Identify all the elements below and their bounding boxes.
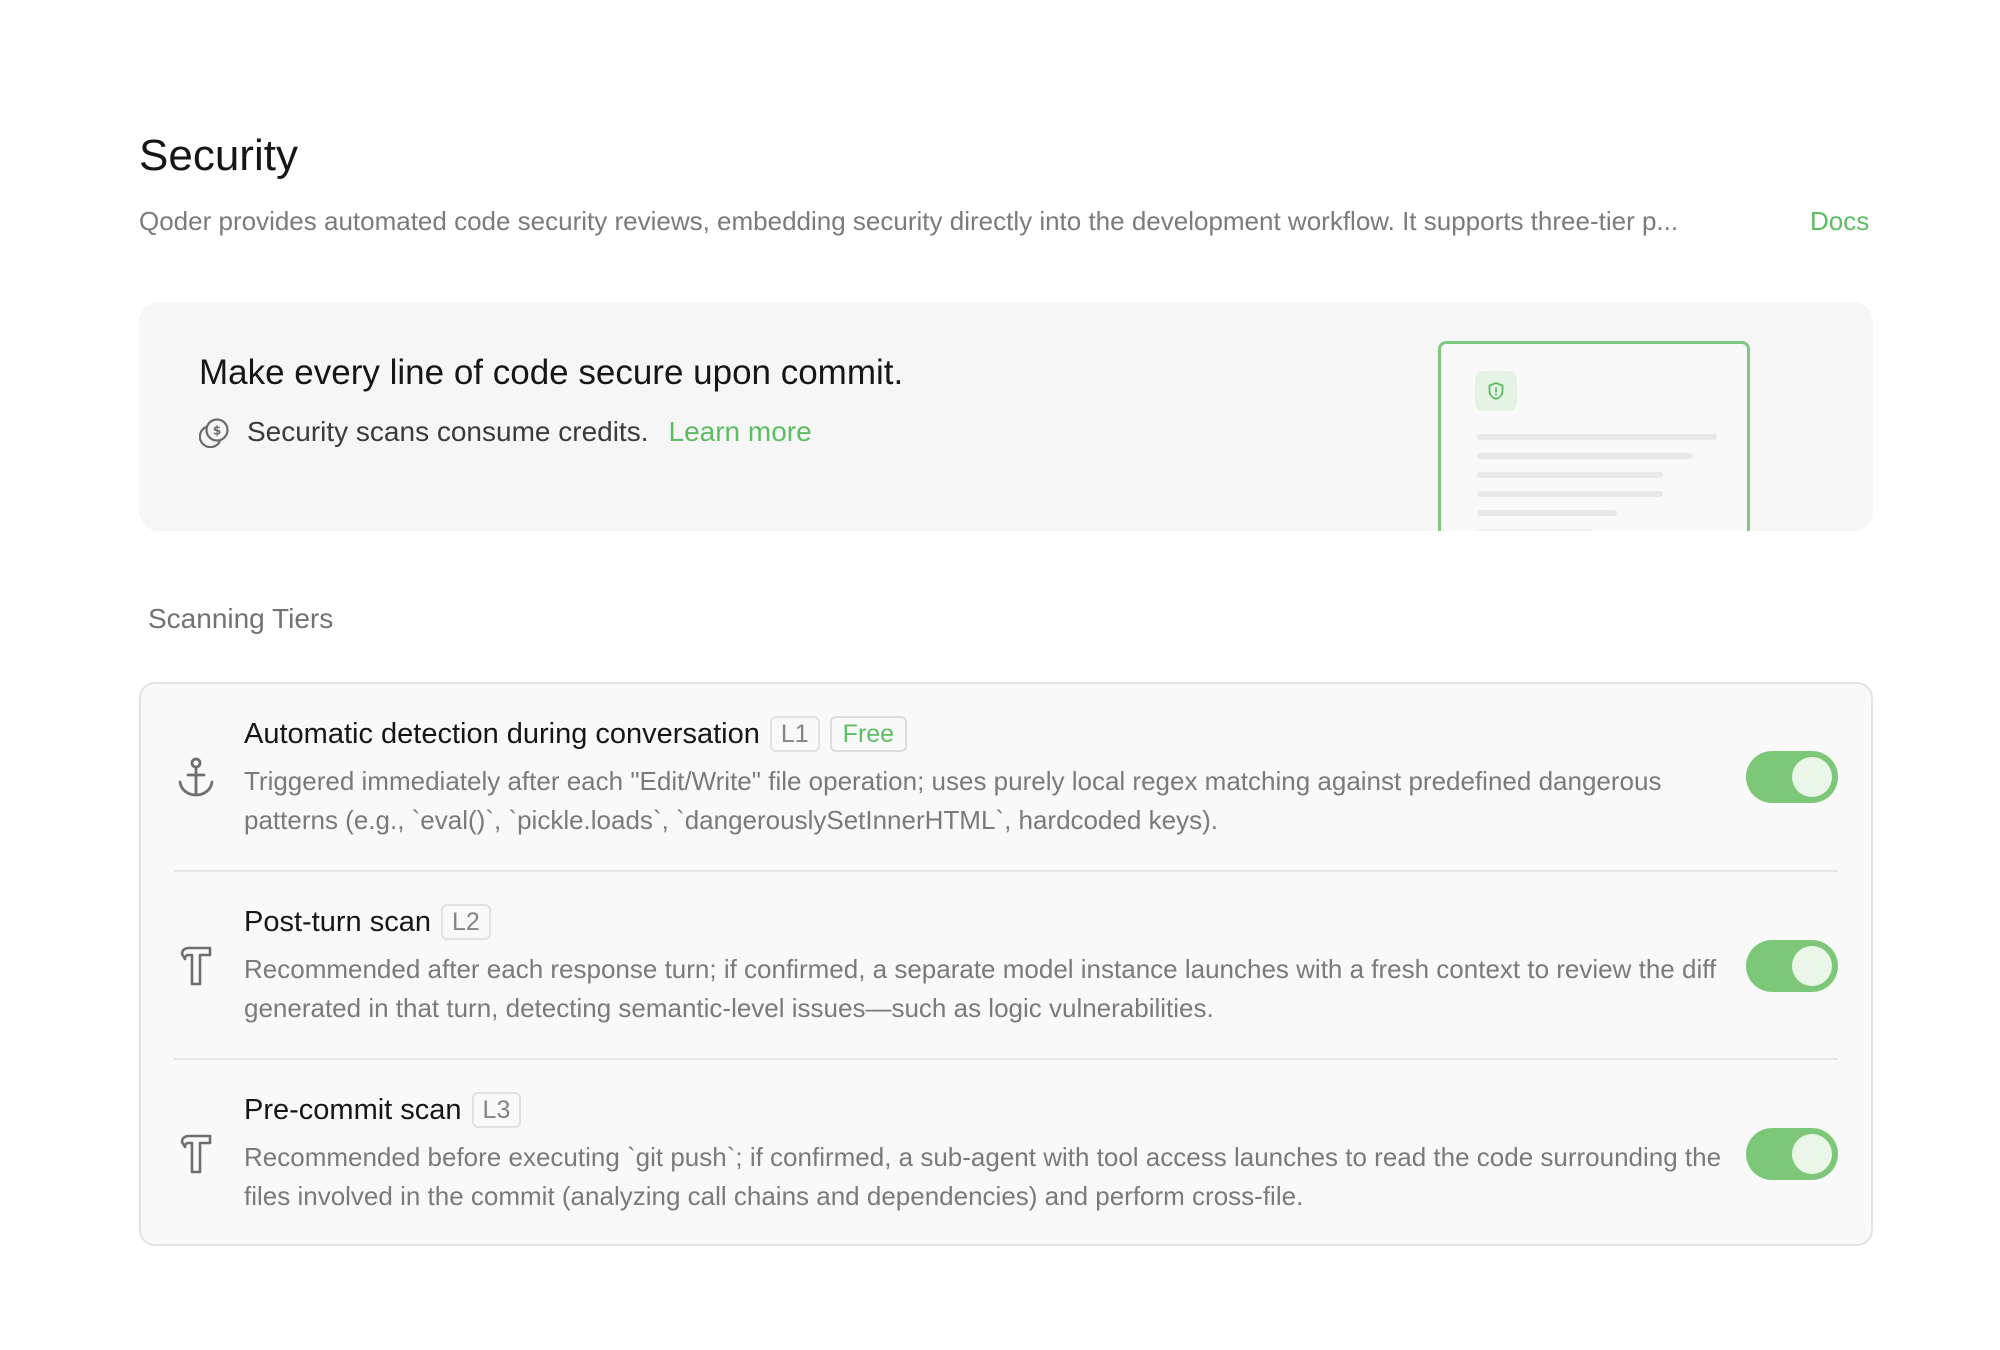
hammer-icon (175, 1132, 217, 1176)
anchor-icon (175, 756, 217, 800)
toggle-knob (1792, 946, 1832, 986)
illustration-line (1477, 529, 1593, 531)
tier-l3-toggle[interactable] (1746, 1128, 1838, 1180)
tier-row-l1: Automatic detection during conversation … (141, 684, 1871, 872)
svg-text:$: $ (213, 423, 221, 437)
hammer-icon (175, 944, 217, 988)
illustration-line (1477, 491, 1663, 497)
page-description-text: Qoder provides automated code security r… (139, 206, 1679, 236)
toggle-knob (1792, 1134, 1832, 1174)
tier-description: Recommended after each response turn; if… (244, 954, 1717, 1023)
promo-banner: Make every line of code secure upon comm… (139, 302, 1873, 531)
tier-description: Triggered immediately after each "Edit/W… (244, 766, 1662, 835)
illustration-line (1477, 453, 1693, 459)
tier-l1-toggle[interactable] (1746, 751, 1838, 803)
illustration-line (1477, 434, 1717, 440)
banner-credits-row: $ Security scans consume credits. Learn … (199, 414, 812, 450)
shield-icon (1475, 371, 1517, 411)
tier-header: Automatic detection during conversation … (244, 716, 908, 752)
illustration-line (1477, 472, 1663, 478)
tier-level-badge: L1 (769, 716, 820, 752)
banner-credits-text: Security scans consume credits. (247, 416, 649, 447)
tier-description: Recommended before executing `git push`;… (244, 1142, 1722, 1211)
learn-more-link[interactable]: Learn more (669, 414, 812, 450)
page-title: Security (139, 131, 298, 180)
tier-level-badge: L2 (440, 904, 491, 940)
toggle-knob (1792, 757, 1832, 797)
tier-row-l3: Pre-commit scan L3 Recommended before ex… (141, 1060, 1871, 1248)
tier-title: Post-turn scan (244, 906, 431, 938)
scanning-tiers-list: Automatic detection during conversation … (139, 682, 1873, 1246)
free-badge: Free (829, 716, 908, 752)
tier-l2-toggle[interactable] (1746, 940, 1838, 992)
security-settings-page: Security Qoder provides automated code s… (139, 128, 1873, 1246)
security-illustration (1438, 341, 1750, 531)
tier-header: Post-turn scan L2 (244, 904, 491, 940)
tier-row-l2: Post-turn scan L2 Recommended after each… (141, 872, 1871, 1060)
coin-icon: $ (199, 417, 230, 448)
docs-link[interactable]: Docs (1810, 204, 1869, 238)
banner-headline: Make every line of code secure upon comm… (199, 353, 904, 392)
tier-header: Pre-commit scan L3 (244, 1092, 522, 1128)
illustration-line (1477, 510, 1617, 516)
tier-level-badge: L3 (471, 1092, 522, 1128)
tier-title: Pre-commit scan (244, 1094, 462, 1126)
section-label-scanning-tiers: Scanning Tiers (148, 603, 334, 634)
page-description: Qoder provides automated code security r… (139, 204, 1873, 238)
tier-title: Automatic detection during conversation (244, 718, 760, 750)
